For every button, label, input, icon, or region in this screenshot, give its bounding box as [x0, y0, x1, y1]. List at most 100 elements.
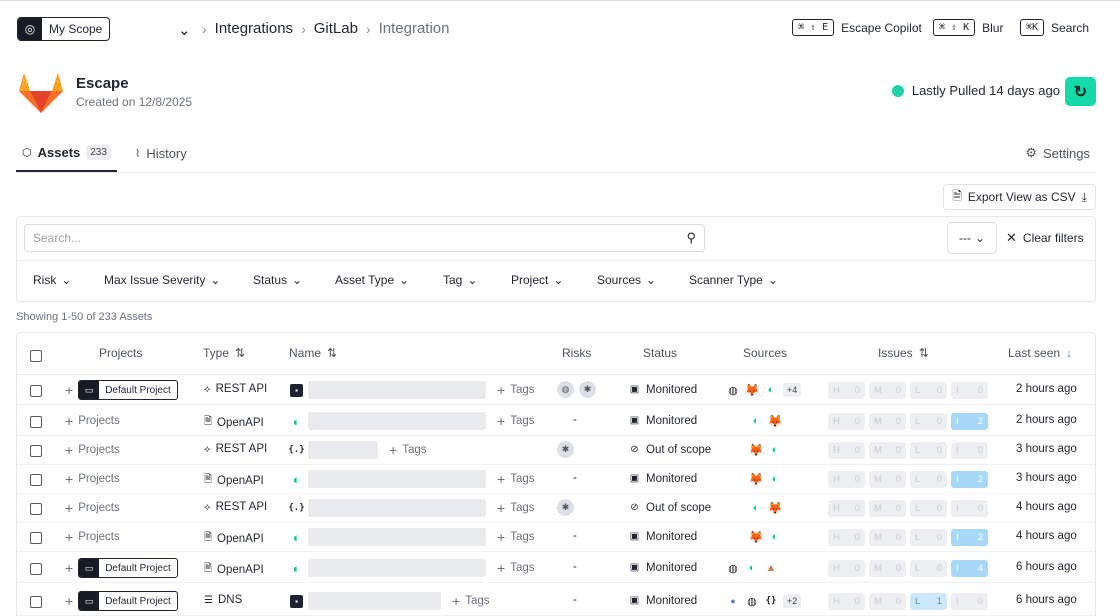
blur-shortcut[interactable]: ⌘ ⇧ K Blur [933, 19, 1003, 36]
name-cell[interactable]: {.} + Tags [288, 441, 426, 459]
row-checkbox[interactable] [30, 445, 42, 457]
severity-H-badge[interactable]: H0 [828, 593, 865, 610]
severity-L-badge[interactable]: L0 [910, 382, 947, 399]
severity-I-badge[interactable]: I0 [951, 382, 988, 399]
add-tags-label[interactable]: Tags [510, 531, 534, 543]
severity-I-badge[interactable]: I0 [951, 442, 988, 459]
add-project[interactable]: + Projects [65, 471, 120, 487]
severity-L-badge[interactable]: L0 [910, 471, 947, 488]
name-cell[interactable]: ◐ + Tags [290, 559, 534, 577]
severity-I-badge[interactable]: I2 [951, 471, 988, 488]
scope-selector[interactable]: ◎ My Scope [17, 17, 111, 41]
tab-assets[interactable]: ⬡ Assets 233 [16, 141, 117, 172]
add-tags-label[interactable]: Tags [510, 473, 534, 485]
severity-H-badge[interactable]: H0 [828, 382, 865, 399]
add-tags-label[interactable]: Tags [465, 595, 489, 607]
search-input[interactable]: Search... ⚲ [24, 224, 705, 252]
severity-I-badge[interactable]: I2 [951, 413, 988, 430]
add-tags-label[interactable]: Tags [510, 415, 534, 427]
table-row[interactable]: + ▭ Default Project 🗎 OpenAPI ◐ + Tags - ▣ Monitor… [17, 554, 1095, 583]
severity-L-badge[interactable]: L0 [910, 442, 947, 459]
row-checkbox[interactable] [30, 563, 42, 575]
severity-M-badge[interactable]: M0 [869, 382, 906, 399]
severity-L-badge[interactable]: L0 [910, 500, 947, 517]
breadcrumb-integrations[interactable]: Integrations [215, 20, 293, 37]
filter-sources[interactable]: Sources ⌄ [597, 273, 689, 287]
severity-I-badge[interactable]: I2 [951, 529, 988, 546]
severity-H-badge[interactable]: H0 [828, 413, 865, 430]
severity-H-badge[interactable]: H0 [828, 529, 865, 546]
filter-asset-type[interactable]: Asset Type ⌄ [335, 273, 443, 287]
severity-L-badge[interactable]: L0 [910, 529, 947, 546]
severity-M-badge[interactable]: M0 [869, 471, 906, 488]
select-all-checkbox[interactable] [30, 350, 42, 362]
table-row[interactable]: + ▭ Default Project ☰ DNS ▪ + Tags - ▣ Monitored ● ◍… [17, 587, 1095, 616]
more-sources-badge[interactable]: +4 [783, 383, 802, 397]
add-project[interactable]: + Projects [65, 413, 120, 429]
plus-icon[interactable]: + [65, 382, 73, 398]
severity-M-badge[interactable]: M0 [869, 500, 906, 517]
tab-history[interactable]: ⌇ History [129, 141, 193, 172]
filter-status[interactable]: Status ⌄ [253, 273, 335, 287]
severity-I-badge[interactable]: I0 [951, 593, 988, 610]
add-tags-label[interactable]: Tags [510, 384, 534, 396]
table-row[interactable]: + Projects 🗎 OpenAPI ◐ + Tags - ▣ Monitored ◐ 🦊 H 0 M 0… [17, 407, 1095, 436]
row-checkbox[interactable] [30, 385, 42, 397]
add-project[interactable]: + Projects [65, 529, 120, 545]
project-badge[interactable]: ▭ Default Project [78, 380, 178, 400]
table-row[interactable]: + Projects ⟡ REST API {.} + Tags ✱ ⊘ Out of scope… [17, 436, 1095, 465]
name-cell[interactable]: ▪ + Tags [290, 592, 489, 610]
col-last-seen[interactable]: Last seen ↓ [1008, 346, 1072, 360]
name-cell[interactable]: {.} + Tags [288, 499, 534, 517]
filter-tag[interactable]: Tag ⌄ [443, 273, 511, 287]
clear-filters-button[interactable]: ✕ Clear filters [1006, 230, 1084, 246]
severity-I-badge[interactable]: I0 [951, 500, 988, 517]
filter-risk[interactable]: Risk ⌄ [33, 273, 104, 287]
row-checkbox[interactable] [30, 474, 42, 486]
plus-icon[interactable]: + [65, 560, 73, 576]
severity-H-badge[interactable]: H0 [828, 500, 865, 517]
severity-H-badge[interactable]: H0 [828, 560, 865, 577]
col-issues[interactable]: Issues ⇅ [878, 346, 929, 360]
add-tags-label[interactable]: Tags [402, 444, 426, 456]
tab-settings[interactable]: ⚙ Settings [1025, 145, 1090, 161]
col-type[interactable]: Type ⇅ [203, 346, 245, 360]
add-project[interactable]: + Projects [65, 442, 120, 458]
project-badge[interactable]: ▭ Default Project [78, 558, 178, 578]
severity-M-badge[interactable]: M0 [869, 560, 906, 577]
severity-M-badge[interactable]: M0 [869, 413, 906, 430]
severity-L-badge[interactable]: L1 [910, 593, 947, 610]
breadcrumb-gitlab[interactable]: GitLab [314, 20, 358, 37]
table-row[interactable]: + Projects ⟡ REST API {.} + Tags ✱ ⊘ Out of scope… [17, 494, 1095, 523]
chevron-down-icon[interactable]: ⌄ [178, 21, 191, 39]
add-project[interactable]: + Projects [65, 500, 120, 516]
col-name[interactable]: Name ⇅ [289, 346, 337, 360]
export-csv-button[interactable]: 🗎 Export View as CSV ⤓ [943, 184, 1096, 210]
name-cell[interactable]: ◐ + Tags [290, 470, 534, 488]
severity-L-badge[interactable]: L0 [910, 413, 947, 430]
filter-max-issue-severity[interactable]: Max Issue Severity ⌄ [104, 273, 253, 287]
project-badge[interactable]: ▭ Default Project [78, 591, 178, 611]
row-checkbox[interactable] [30, 532, 42, 544]
name-cell[interactable]: ▪ + Tags [290, 381, 534, 399]
severity-H-badge[interactable]: H0 [828, 471, 865, 488]
search-shortcut[interactable]: ⌘K Search [1020, 19, 1089, 36]
row-checkbox[interactable] [30, 596, 42, 608]
severity-M-badge[interactable]: M0 [869, 529, 906, 546]
row-checkbox[interactable] [30, 503, 42, 515]
severity-M-badge[interactable]: M0 [869, 593, 906, 610]
name-cell[interactable]: ◐ + Tags [290, 528, 534, 546]
severity-M-badge[interactable]: M0 [869, 442, 906, 459]
add-tags-label[interactable]: Tags [510, 502, 534, 514]
view-select[interactable]: --- ⌄ [947, 222, 997, 254]
table-row[interactable]: + ▭ Default Project ⟡ REST API ▪ + Tags ◍ ✱ ▣ Monit… [17, 376, 1095, 405]
severity-I-badge[interactable]: I4 [951, 560, 988, 577]
table-row[interactable]: + Projects 🗎 OpenAPI ◐ + Tags - ▣ Monitored 🦊 ◐ H 0 M 0… [17, 465, 1095, 494]
severity-L-badge[interactable]: L0 [910, 560, 947, 577]
filter-scanner-type[interactable]: Scanner Type ⌄ [689, 273, 778, 287]
copilot-shortcut[interactable]: ⌘ ⇧ E Escape Copilot [792, 19, 922, 36]
row-checkbox[interactable] [30, 416, 42, 428]
name-cell[interactable]: ◐ + Tags [290, 412, 534, 430]
filter-project[interactable]: Project ⌄ [511, 273, 597, 287]
more-sources-badge[interactable]: +2 [783, 594, 802, 608]
